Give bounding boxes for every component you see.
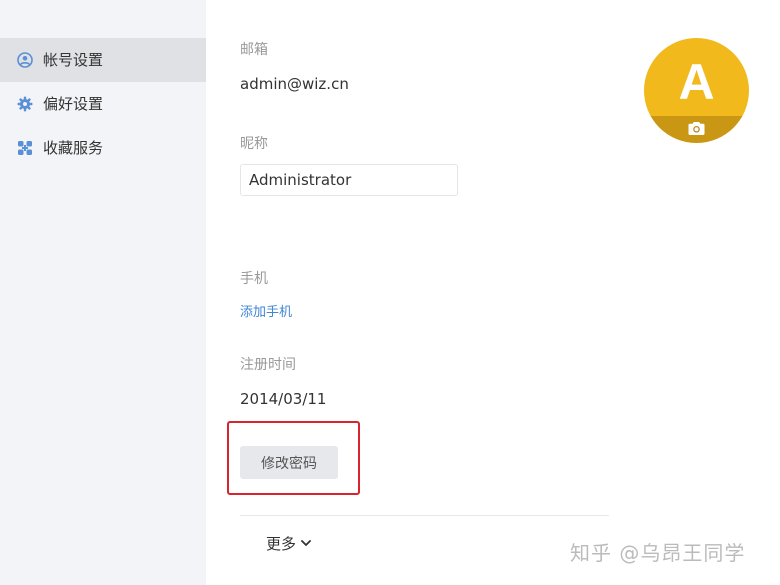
avatar[interactable]: A [644,38,749,143]
watermark: 知乎 @乌昂王同学 [570,541,746,565]
user-icon [17,52,33,68]
sidebar-item-account-settings[interactable]: 帐号设置 [0,38,206,82]
gear-icon [17,96,33,112]
nickname-field[interactable] [240,164,458,196]
divider [240,515,609,516]
sidebar: 帐号设置 偏好设置 收藏服务 [0,0,206,585]
chevron-down-icon [301,540,311,546]
add-phone-link[interactable]: 添加手机 [240,301,292,320]
phone-label: 手机 [240,271,268,287]
email-value: admin@wiz.cn [240,75,349,93]
registration-date-value: 2014/03/11 [240,390,327,408]
camera-icon [688,122,705,135]
email-label: 邮箱 [240,42,268,58]
registration-date-label: 注册时间 [240,357,296,373]
grid-icon [17,140,33,156]
sidebar-item-label: 偏好设置 [43,95,104,113]
more-toggle[interactable]: 更多 [266,533,311,554]
sidebar-item-favorite-services[interactable]: 收藏服务 [0,126,206,170]
avatar-letter: A [678,54,715,110]
more-label: 更多 [266,535,297,553]
change-avatar-button[interactable] [644,116,749,143]
sidebar-item-label: 收藏服务 [43,139,104,157]
sidebar-item-label: 帐号设置 [43,51,104,69]
change-password-button[interactable]: 修改密码 [240,446,338,479]
nickname-label: 昵称 [240,136,268,152]
sidebar-item-preferences[interactable]: 偏好设置 [0,82,206,126]
